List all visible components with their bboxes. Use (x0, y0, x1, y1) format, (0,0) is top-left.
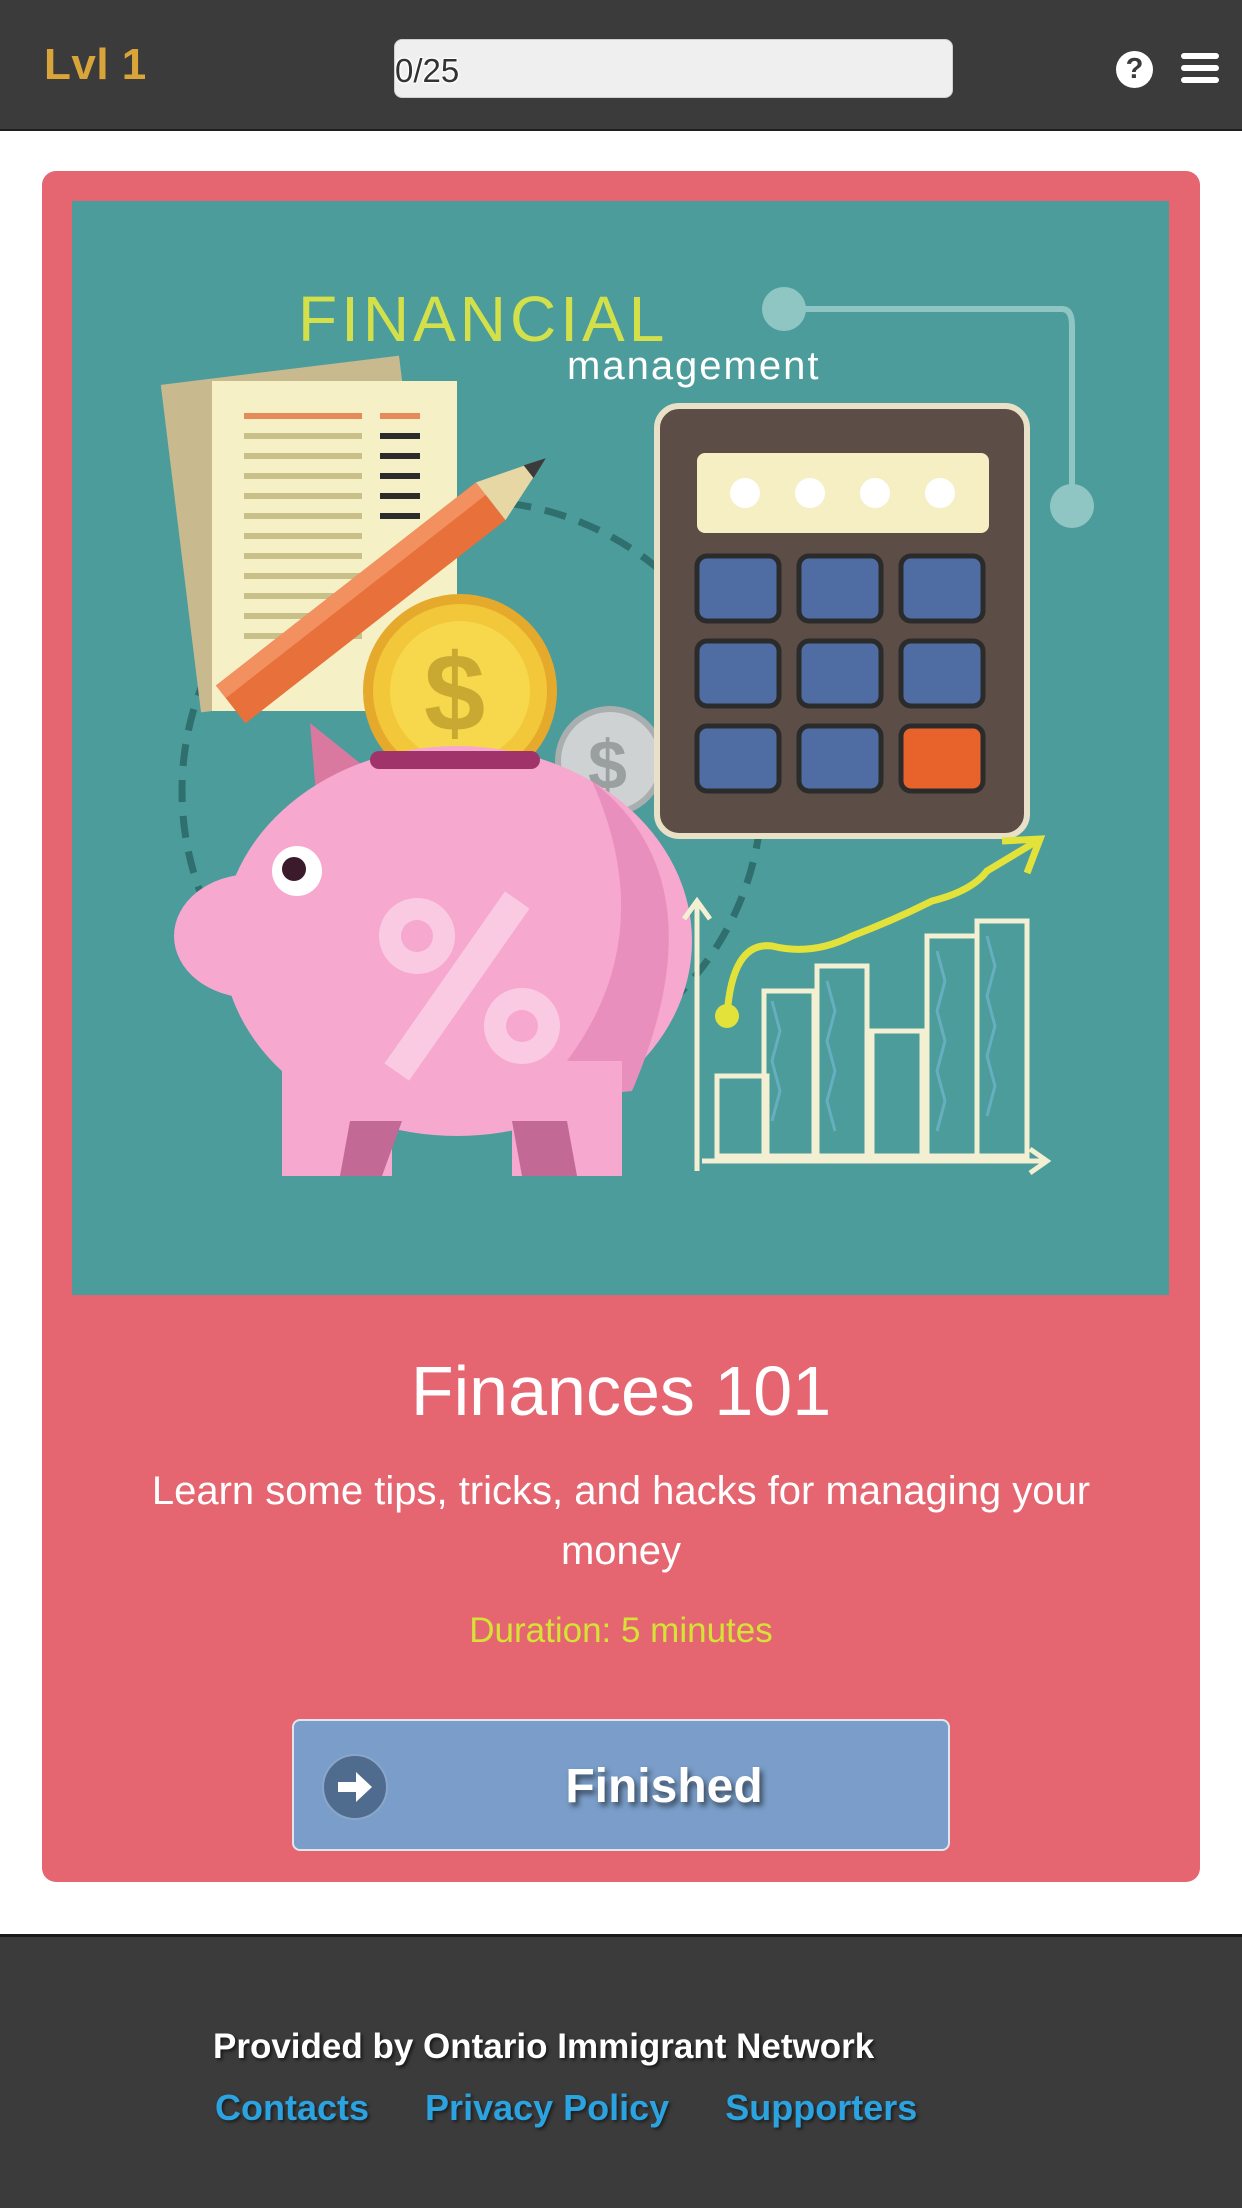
finished-button-label: Finished (565, 1760, 763, 1813)
arrow-right-circle-icon (322, 1754, 388, 1820)
supporters-link[interactable]: Supporters (725, 2087, 917, 2128)
footer: Provided by Ontario Immigrant Network Co… (0, 1934, 1242, 2208)
privacy-policy-link[interactable]: Privacy Policy (425, 2087, 669, 2128)
progress-bar: 0/25 (394, 39, 953, 98)
svg-text:$: $ (424, 632, 485, 755)
progress-text: 0/25 (395, 52, 460, 89)
lesson-duration: Duration: 5 minutes (469, 1611, 773, 1650)
illustration-subheading: management (567, 344, 820, 388)
top-bar: Lvl 1 0/25 ? (0, 0, 1242, 131)
provided-by-text: Provided by Ontario Immigrant Network (213, 2027, 875, 2066)
lesson-title: Finances 101 (410, 1352, 832, 1430)
lesson-card: FINANCIAL management $ $ Finances 101 Le… (42, 171, 1200, 1882)
lesson-description: Learn some tips, tricks, and hacks for m… (151, 1469, 1091, 1573)
help-icon[interactable]: ? (1116, 51, 1153, 88)
contacts-link[interactable]: Contacts (215, 2087, 369, 2128)
finished-button[interactable]: Finished (292, 1719, 950, 1851)
footer-links: Contacts Privacy Policy Supporters (215, 2087, 963, 2129)
level-indicator: Lvl 1 (44, 40, 147, 89)
hamburger-menu-icon[interactable] (1181, 51, 1219, 85)
financial-management-illustration: FINANCIAL management $ $ (72, 201, 1169, 1295)
